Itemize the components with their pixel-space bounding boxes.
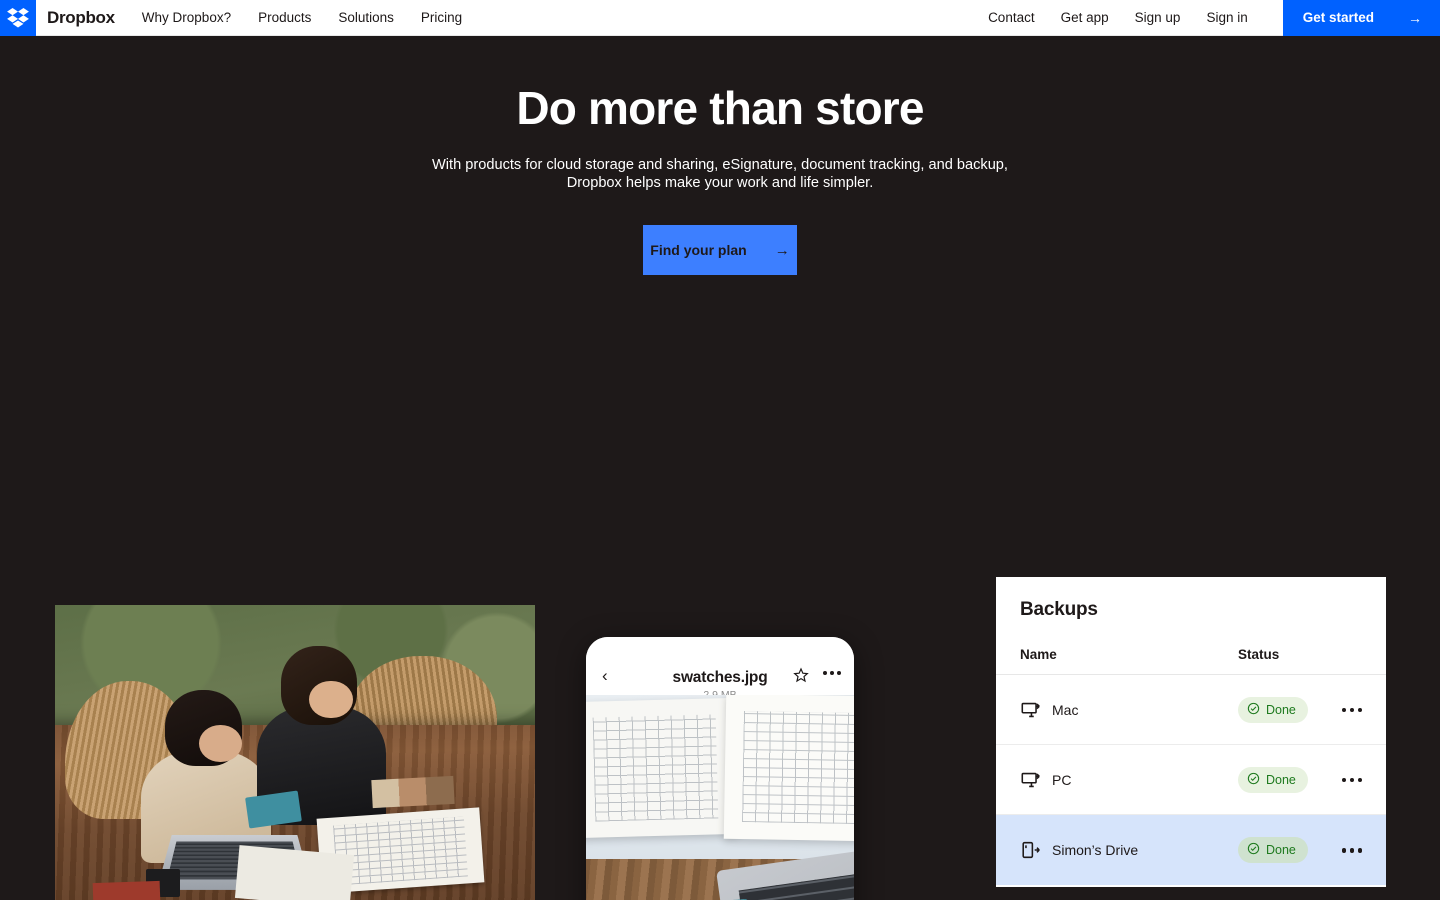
- file-preview-image: [586, 695, 854, 900]
- desktop-backup-icon: [1020, 699, 1052, 721]
- secondary-nav: Contact Get app Sign up Sign in Get star…: [988, 0, 1440, 36]
- table-row[interactable]: Simon’s Drive Done: [996, 815, 1386, 886]
- nav-item-products[interactable]: Products: [258, 10, 311, 25]
- product-showcase: ‹ swatches.jpg 2.9 MB: [0, 275, 1440, 900]
- external-drive-icon: [1020, 839, 1052, 861]
- find-your-plan-label: Find your plan: [650, 242, 747, 259]
- more-horizontal-icon[interactable]: [823, 671, 841, 676]
- lifestyle-photo: [55, 605, 535, 900]
- photo-color-chips: [371, 775, 455, 809]
- backups-card: Backups Name Status Mac Done PC Done Sim…: [996, 577, 1386, 888]
- desktop-backup-icon: [1020, 769, 1052, 791]
- table-row[interactable]: Mac Done: [996, 675, 1386, 746]
- nav-item-sign-in[interactable]: Sign in: [1206, 10, 1247, 25]
- backup-name: Mac: [1052, 701, 1079, 718]
- nav-item-get-app[interactable]: Get app: [1061, 10, 1109, 25]
- status-label: Done: [1266, 843, 1296, 858]
- nav-item-solutions[interactable]: Solutions: [338, 10, 394, 25]
- status-badge: Done: [1238, 837, 1308, 864]
- backups-table-header: Name Status: [996, 621, 1386, 676]
- mobile-file-header: ‹ swatches.jpg 2.9 MB: [586, 637, 854, 701]
- status-badge: Done: [1238, 696, 1308, 723]
- brand-name: Dropbox: [47, 7, 115, 27]
- check-circle-icon: [1247, 842, 1260, 858]
- more-horizontal-icon[interactable]: [1341, 707, 1362, 713]
- page-title: Do more than store: [516, 82, 924, 134]
- column-header-name: Name: [1020, 647, 1057, 663]
- status-label: Done: [1266, 702, 1296, 717]
- star-icon[interactable]: [793, 667, 809, 688]
- photo-paper-stack: [235, 845, 355, 900]
- preview-blueprint-left: [586, 697, 738, 838]
- nav-item-sign-up[interactable]: Sign up: [1135, 10, 1181, 25]
- more-horizontal-icon[interactable]: [1341, 777, 1362, 783]
- preview-blueprint-right: [724, 695, 854, 842]
- column-header-status: Status: [1238, 647, 1280, 663]
- hero-section: Do more than store With products for clo…: [0, 36, 1440, 276]
- nav-item-why-dropbox[interactable]: Why Dropbox?: [142, 10, 231, 25]
- file-name: swatches.jpg: [672, 669, 768, 687]
- get-started-button[interactable]: Get started →: [1282, 0, 1440, 36]
- find-your-plan-button[interactable]: Find your plan →: [643, 225, 797, 276]
- check-circle-icon: [1247, 772, 1260, 788]
- mobile-app-mockup: ‹ swatches.jpg 2.9 MB: [586, 637, 854, 900]
- nav-item-pricing[interactable]: Pricing: [421, 10, 462, 25]
- photo-person-two-face: [309, 680, 353, 719]
- hero-subtitle: With products for cloud storage and shar…: [432, 156, 1008, 192]
- top-navigation-bar: Dropbox Why Dropbox? Products Solutions …: [0, 0, 1440, 36]
- get-started-label: Get started: [1302, 10, 1374, 25]
- check-circle-icon: [1247, 702, 1260, 718]
- nav-item-contact[interactable]: Contact: [988, 10, 1035, 25]
- primary-nav: Why Dropbox? Products Solutions Pricing: [142, 10, 462, 25]
- dropbox-logo-icon[interactable]: [0, 0, 36, 36]
- arrow-right-icon: →: [774, 241, 790, 259]
- backup-name: Simon’s Drive: [1052, 842, 1139, 859]
- backup-name: PC: [1052, 771, 1072, 788]
- table-row[interactable]: PC Done: [996, 745, 1386, 816]
- backups-title: Backups: [1020, 599, 1098, 621]
- status-label: Done: [1266, 772, 1296, 787]
- arrow-right-icon: →: [1408, 9, 1422, 26]
- status-badge: Done: [1238, 766, 1308, 793]
- more-horizontal-icon[interactable]: [1341, 848, 1362, 853]
- photo-red-folder: [93, 880, 161, 900]
